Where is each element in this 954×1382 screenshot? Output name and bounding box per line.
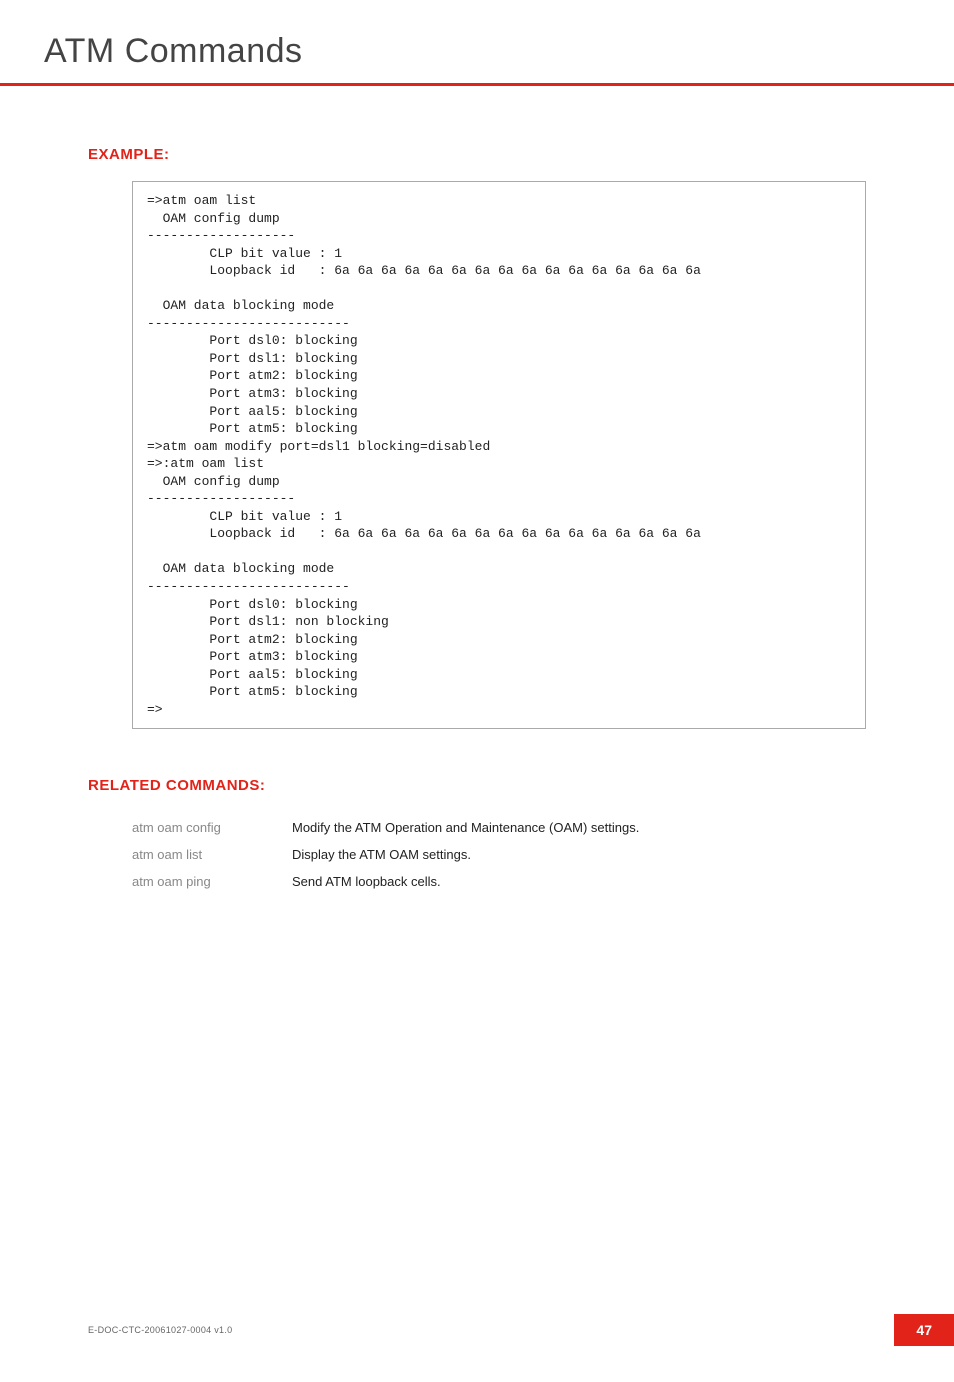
page-title: ATM Commands (44, 32, 866, 71)
title-underline (0, 83, 954, 86)
example-heading: EXAMPLE: (88, 146, 866, 163)
page-number: 47 (894, 1314, 954, 1346)
related-commands-table: atm oam config Modify the ATM Operation … (132, 814, 639, 895)
related-command: atm oam config (132, 814, 292, 841)
related-description: Modify the ATM Operation and Maintenance… (292, 814, 639, 841)
page-footer: E-DOC-CTC-20061027-0004 v1.0 47 (88, 1314, 914, 1346)
related-description: Send ATM loopback cells. (292, 868, 639, 895)
related-row: atm oam list Display the ATM OAM setting… (132, 841, 639, 868)
related-description: Display the ATM OAM settings. (292, 841, 639, 868)
related-command: atm oam ping (132, 868, 292, 895)
related-commands-heading: RELATED COMMANDS: (88, 777, 866, 794)
page-content: ATM Commands EXAMPLE: =>atm oam list OAM… (0, 32, 954, 895)
document-id: E-DOC-CTC-20061027-0004 v1.0 (88, 1325, 232, 1335)
related-row: atm oam ping Send ATM loopback cells. (132, 868, 639, 895)
related-row: atm oam config Modify the ATM Operation … (132, 814, 639, 841)
code-block: =>atm oam list OAM config dump ---------… (132, 181, 866, 729)
related-command: atm oam list (132, 841, 292, 868)
